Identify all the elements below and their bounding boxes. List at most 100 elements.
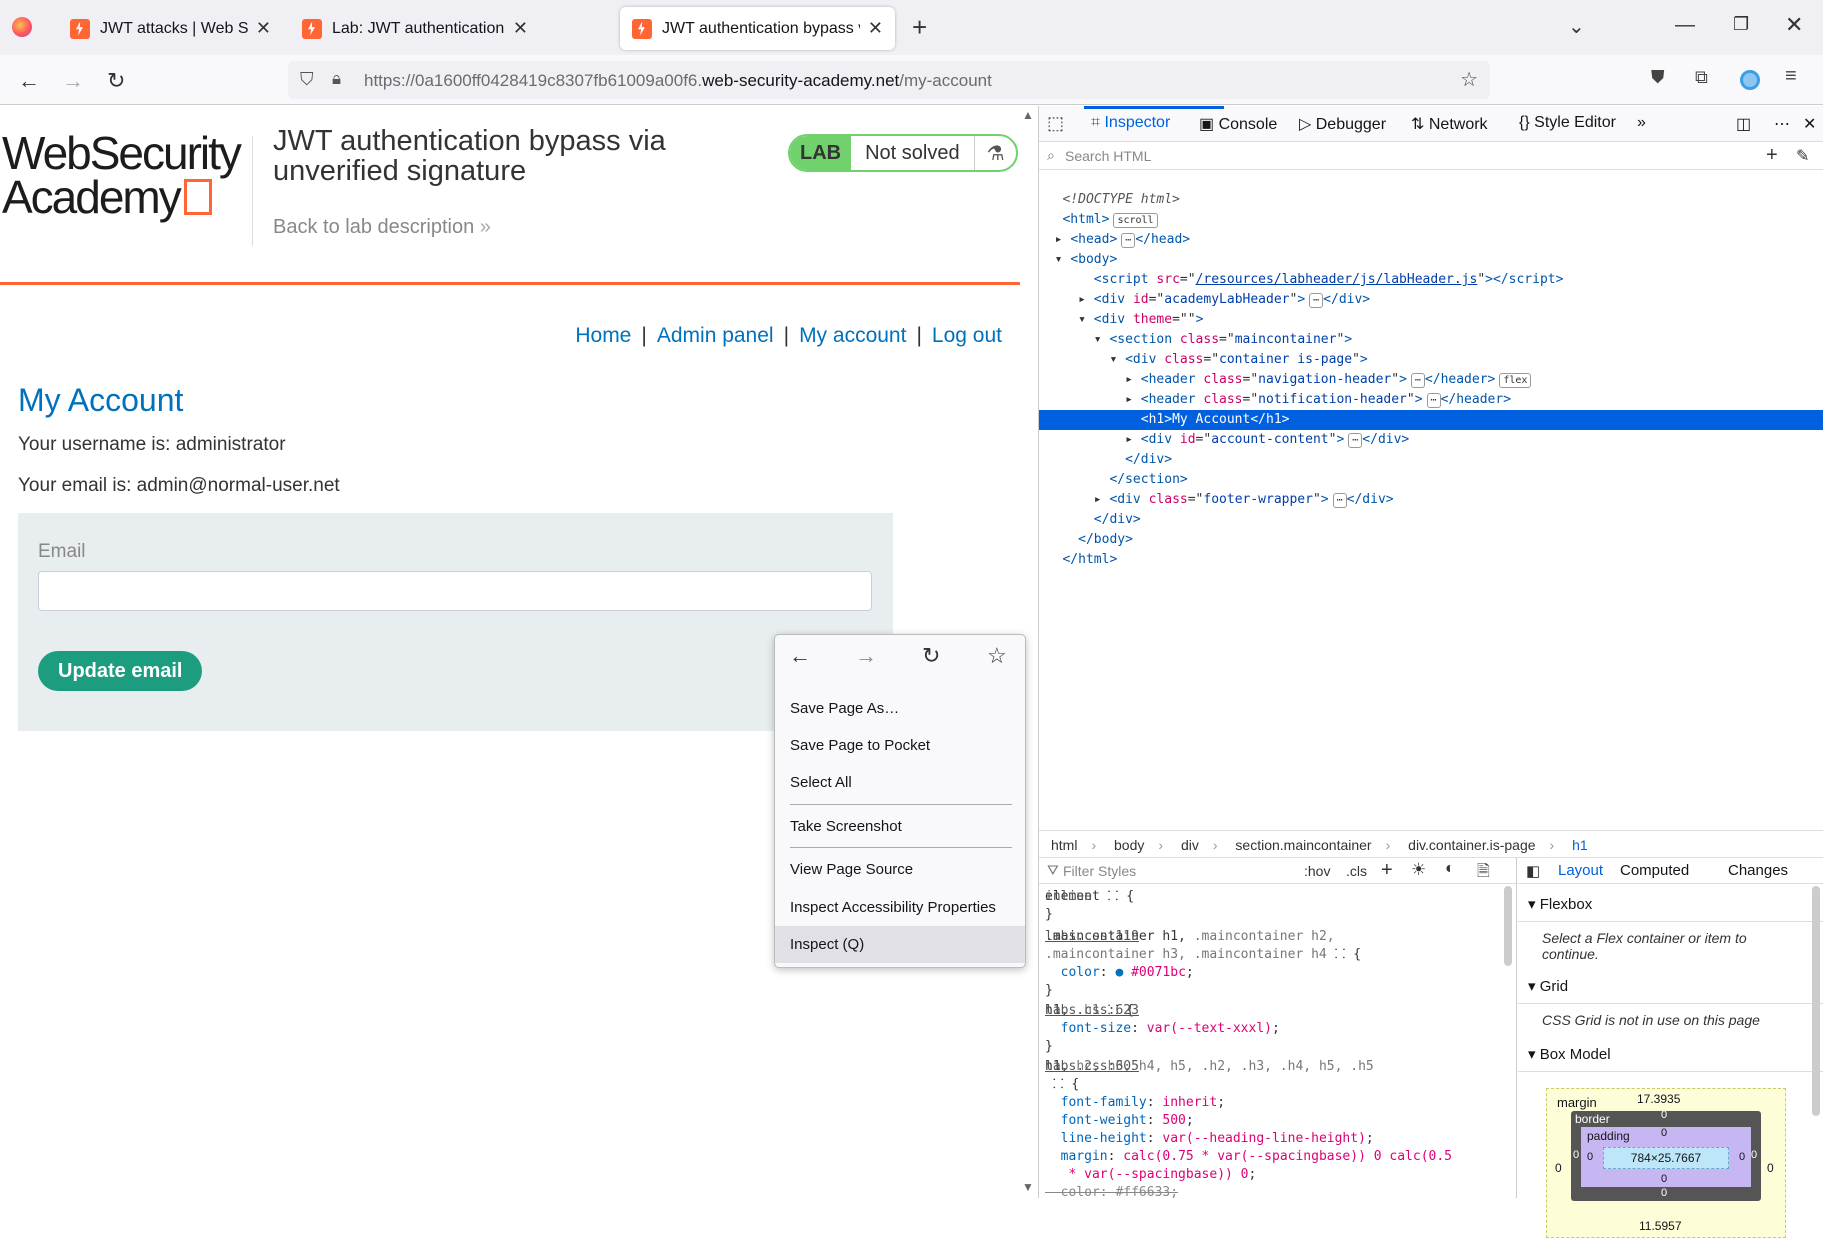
menu-item-inspect-accessibility[interactable]: Inspect Accessibility Properties <box>775 889 1025 926</box>
close-icon[interactable]: ✕ <box>256 18 271 39</box>
menu-item-view-source[interactable]: View Page Source <box>775 851 1025 888</box>
shield-icon[interactable]: ⛉ <box>300 69 314 90</box>
forward-icon[interactable]: → <box>855 643 877 669</box>
markup-line[interactable]: ▸ <div id="academyLabHeader"> ⋯ </div> <box>1039 290 1823 310</box>
markup-line[interactable]: </html> <box>1039 550 1823 570</box>
close-devtools-icon[interactable]: ✕ <box>1803 114 1816 134</box>
padding-right-value[interactable]: 0 <box>1739 1151 1745 1163</box>
markup-line[interactable]: ▸ <div class="footer-wrapper"> ⋯ </div> <box>1039 490 1823 510</box>
breadcrumb-item[interactable]: section.maincontainer <box>1235 837 1371 853</box>
app-menu-icon[interactable]: ≡ <box>1785 65 1797 88</box>
cls-toggle[interactable]: .cls <box>1346 863 1367 879</box>
tab-debugger[interactable]: ▷ Debugger <box>1299 114 1386 134</box>
tab-changes[interactable]: Changes <box>1728 862 1788 879</box>
tab-computed[interactable]: Computed <box>1620 862 1689 879</box>
bookmark-star-icon[interactable]: ☆ <box>1460 67 1478 92</box>
search-html-input[interactable]: Search HTML <box>1065 148 1151 164</box>
forward-icon[interactable]: → <box>62 68 84 94</box>
breadcrumb-item-selected[interactable]: h1 <box>1572 837 1588 853</box>
markup-line[interactable]: ▸ <head> ⋯ </head> <box>1039 230 1823 250</box>
firefox-menu-icon[interactable] <box>12 17 32 37</box>
tab-active-lab[interactable]: JWT authentication bypass via u ✕ <box>620 7 895 50</box>
nav-logout-link[interactable]: Log out <box>932 324 1002 347</box>
markup-line[interactable]: ▸ <header class="notification-header"> ⋯ <… <box>1039 390 1823 410</box>
boxmodel-section-header[interactable]: ▾ Box Model <box>1518 1038 1823 1072</box>
dark-scheme-icon[interactable]: ◐ <box>1445 860 1455 878</box>
markup-line[interactable]: ▸ <header class="navigation-header"> ⋯ </h… <box>1039 370 1823 390</box>
markup-line[interactable]: ▾ <body> <box>1039 250 1823 270</box>
flask-icon[interactable]: ⚗ <box>973 136 1015 170</box>
back-icon[interactable]: ← <box>789 643 811 669</box>
rules-scrollbar[interactable] <box>1504 886 1512 966</box>
breadcrumb-item[interactable]: div.container.is-page <box>1408 837 1535 853</box>
academy-logo[interactable]: WebSecurity Academy <box>2 130 242 220</box>
url-text[interactable]: https://0a1600ff0428419c8307fb61009a00f6… <box>364 71 992 91</box>
layout-scrollbar[interactable] <box>1812 886 1820 1116</box>
nav-home-link[interactable]: Home <box>575 324 631 347</box>
padding-top-value[interactable]: 0 <box>1661 1127 1667 1139</box>
menu-item-save-to-pocket[interactable]: Save Page to Pocket <box>775 727 1025 764</box>
markup-line[interactable]: </body> <box>1039 530 1823 550</box>
eyedropper-icon[interactable]: ✎ <box>1796 146 1809 166</box>
nav-my-account-link[interactable]: My account <box>799 324 906 347</box>
padding-bottom-value[interactable]: 0 <box>1661 1173 1667 1185</box>
dock-side-icon[interactable]: ◫ <box>1736 114 1751 134</box>
list-all-tabs-icon[interactable]: ⌄ <box>1568 14 1585 39</box>
tab-console[interactable]: ▣ Console <box>1199 114 1277 134</box>
add-node-icon[interactable]: + <box>1766 144 1778 167</box>
breadcrumb-item[interactable]: div <box>1181 837 1199 853</box>
close-icon[interactable]: ✕ <box>513 18 528 39</box>
menu-item-save-page-as[interactable]: Save Page As… <box>775 690 1025 727</box>
tab-inspector[interactable]: ⌗ Inspector <box>1091 114 1170 132</box>
rule-source-link[interactable]: labs.css:623 <box>1045 1002 1504 1020</box>
more-tabs-icon[interactable]: » <box>1637 114 1646 132</box>
border-right-value[interactable]: 0 <box>1751 1149 1757 1161</box>
hov-toggle[interactable]: :hov <box>1304 863 1330 879</box>
back-to-lab-link[interactable]: Back to lab description » <box>273 216 491 239</box>
restore-icon[interactable]: ❐ <box>1733 14 1749 35</box>
pocket-icon[interactable]: ⛊ <box>1651 67 1665 88</box>
reload-icon[interactable]: ↻ <box>922 643 940 669</box>
flexbox-section-header[interactable]: ▾ Flexbox <box>1518 888 1823 922</box>
tab-lab-description[interactable]: Lab: JWT authentication bypass ✕ <box>290 7 540 50</box>
update-email-button[interactable]: Update email <box>38 651 203 691</box>
page-scroll-up-icon[interactable]: ▲ <box>1022 108 1034 122</box>
element-picker-icon[interactable]: ⬚ <box>1047 113 1064 134</box>
breadcrumb-item[interactable]: body <box>1114 837 1144 853</box>
grid-section-header[interactable]: ▾ Grid <box>1518 970 1823 1004</box>
tab-style-editor[interactable]: {} Style Editor <box>1519 114 1616 132</box>
markup-line[interactable]: </div> <box>1039 510 1823 530</box>
bookmark-star-icon[interactable]: ☆ <box>987 643 1007 669</box>
nav-admin-panel-link[interactable]: Admin panel <box>657 324 774 347</box>
tab-jwt-attacks[interactable]: JWT attacks | Web Security Acad ✕ <box>58 7 283 50</box>
margin-bottom-value[interactable]: 11.5957 <box>1639 1219 1682 1233</box>
markup-line[interactable]: </div> <box>1039 450 1823 470</box>
new-tab-button[interactable]: + <box>912 12 927 43</box>
border-top-value[interactable]: 0 <box>1661 1109 1667 1121</box>
markup-line[interactable]: </section> <box>1039 470 1823 490</box>
markup-line[interactable]: ▾ <div class="container is-page"> <box>1039 350 1823 370</box>
markup-line[interactable]: <!DOCTYPE html> <box>1039 190 1823 210</box>
devtools-menu-icon[interactable]: ⋯ <box>1774 114 1790 134</box>
markup-line[interactable]: ▸ <div id="account-content"> ⋯ </div> <box>1039 430 1823 450</box>
breadcrumb-item[interactable]: html <box>1051 837 1077 853</box>
border-bottom-value[interactable]: 0 <box>1661 1187 1667 1199</box>
back-icon[interactable]: ← <box>18 68 40 94</box>
tab-network[interactable]: ⇅ Network <box>1411 114 1488 134</box>
email-input[interactable] <box>38 571 872 611</box>
menu-item-inspect[interactable]: Inspect (Q) <box>775 926 1025 963</box>
add-rule-icon[interactable]: + <box>1381 859 1393 882</box>
close-window-icon[interactable]: ✕ <box>1785 12 1803 38</box>
filter-styles-input[interactable]: Filter Styles <box>1063 863 1136 879</box>
margin-right-value[interactable]: 0 <box>1767 1161 1774 1175</box>
rule-source-link[interactable]: labs.css:119 <box>1045 928 1504 946</box>
close-icon[interactable]: ✕ <box>868 18 883 39</box>
sidebar-toggle-icon[interactable]: ◧ <box>1526 862 1540 880</box>
markup-line[interactable]: ▾ <section class="maincontainer"> <box>1039 330 1823 350</box>
rule-source-link[interactable]: labs.css:605 <box>1045 1058 1504 1076</box>
menu-item-select-all[interactable]: Select All <box>775 764 1025 801</box>
markup-line-selected[interactable]: <h1>My Account</h1> <box>1039 410 1823 430</box>
account-icon[interactable] <box>1740 70 1760 90</box>
page-scroll-down-icon[interactable]: ▼ <box>1022 1180 1034 1194</box>
margin-left-value[interactable]: 0 <box>1555 1161 1562 1175</box>
